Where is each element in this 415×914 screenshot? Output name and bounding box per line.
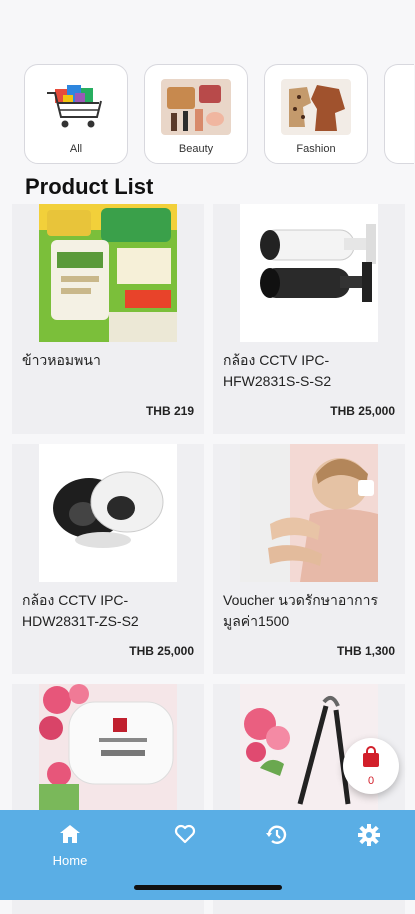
bullet-camera-image (240, 204, 378, 342)
history-icon (265, 824, 289, 851)
status-bar (0, 0, 415, 44)
fashion-image (281, 79, 351, 135)
massage-image (240, 444, 378, 582)
category-row: All Beauty Fashion (24, 64, 414, 164)
tab-history[interactable] (247, 824, 307, 851)
category-label: Fashion (296, 143, 336, 155)
product-card[interactable]: กล้อง CCTV IPC-HFW2831S-S-S2 THB 25,000 (213, 204, 405, 434)
shopping-bag-icon (361, 745, 381, 773)
shopping-cart-image (41, 79, 111, 135)
product-name: กล้อง CCTV IPC-HDW2831T-ZS-S2 (22, 592, 139, 629)
product-price: THB 25,000 (330, 404, 395, 418)
category-beauty[interactable]: Beauty (144, 64, 248, 164)
product-name: กล้อง CCTV IPC-HFW2831S-S-S2 (223, 352, 332, 389)
tab-home-label: Home (52, 853, 88, 868)
product-card[interactable]: กล้อง CCTV IPC-HDW2831T-ZS-S2 THB 25,000 (12, 444, 204, 674)
tab-settings[interactable] (339, 824, 399, 851)
tab-favorites[interactable] (155, 824, 215, 849)
home-indicator (134, 885, 282, 890)
category-more[interactable] (384, 64, 414, 164)
category-label: All (69, 143, 83, 155)
heart-icon (174, 824, 196, 849)
product-name: ข้าวหอมพนา (22, 352, 101, 368)
product-price: THB 1,300 (336, 644, 395, 658)
gear-icon (358, 824, 380, 851)
product-name: Voucher นวดรักษาอาการ มูลค่า1500 (223, 592, 378, 629)
product-card[interactable]: Voucher นวดรักษาอาการ มูลค่า1500 THB 1,3… (213, 444, 405, 674)
dome-camera-image (39, 444, 177, 582)
page-title: Product List (25, 174, 154, 199)
beauty-image (161, 79, 231, 135)
product-grid: ข้าวหอมพนา THB 219 กล้อง CCTV IPC-HFW283… (12, 204, 405, 914)
product-price: THB 25,000 (129, 644, 194, 658)
cart-count: 0 (367, 774, 375, 787)
product-card[interactable]: ข้าวหอมพนา THB 219 (12, 204, 204, 434)
product-price: THB 219 (145, 404, 194, 418)
tab-home[interactable]: Home (40, 824, 100, 868)
category-all[interactable]: All (24, 64, 128, 164)
category-fashion[interactable]: Fashion (264, 64, 368, 164)
home-icon (59, 824, 81, 849)
rice-bag-image (39, 204, 177, 342)
cosmetic-box-image (39, 684, 177, 822)
cart-button[interactable]: 0 (343, 738, 399, 794)
category-label: Beauty (178, 143, 214, 155)
